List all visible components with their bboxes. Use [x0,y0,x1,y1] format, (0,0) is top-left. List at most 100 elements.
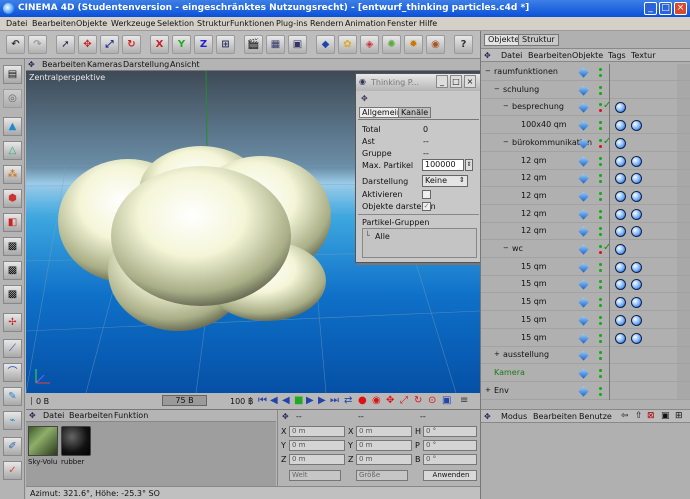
tree-expander[interactable]: + [494,350,500,358]
om-menu-datei[interactable]: Datei [501,51,522,60]
menu-fenster[interactable]: Fenster [387,19,417,28]
dialog-maximize-button[interactable]: □ [450,75,462,88]
next-key-icon[interactable]: ▶ [318,395,326,406]
menu-objekte[interactable]: Objekte [76,19,107,28]
checker-texture-icon[interactable]: ▩ [3,237,22,256]
viewport-menu-darstellung[interactable]: Darstellung [123,60,169,69]
object-row[interactable]: − wc ✓ [481,241,690,258]
texture-tag-icon[interactable] [615,102,626,114]
bone-tool-icon[interactable]: ⌒ [3,363,22,382]
editor-visibility-dot[interactable] [599,68,602,71]
magnet-tool-icon[interactable]: ⌁ [3,411,22,430]
am-lock-icon[interactable]: ⊠ [647,411,655,421]
menu-bearbeiten[interactable]: Bearbeiten [32,19,76,28]
am-up-icon[interactable]: ⇧ [635,411,643,421]
editor-visibility-dot[interactable] [599,174,602,178]
texture-tag-icon[interactable] [615,173,626,185]
undo-icon[interactable]: ↶ [6,35,25,54]
render-picture-icon[interactable]: ▣ [288,35,307,54]
editor-visibility-dot[interactable] [599,227,602,231]
tab-kanaele[interactable]: Kanäle [398,107,432,118]
object-row[interactable]: − besprechung ✓ [481,99,690,117]
menu-werkzeuge[interactable]: Werkzeuge [111,19,155,28]
material-rubber-swatch[interactable] [61,426,91,456]
polygons-mode-icon[interactable]: ⁂ [3,165,22,184]
pos-x-field[interactable]: 0 m [289,426,345,437]
object-name[interactable]: schulung [503,85,539,94]
rot-b-field[interactable]: 0 ° [423,454,477,465]
nurbs-icon[interactable]: ✿ [338,35,357,54]
cube-object-icon[interactable]: ◆ [316,35,335,54]
render-visibility-dot[interactable] [599,357,602,361]
coord-size-select[interactable]: Größe [356,470,408,481]
texture-tag-icon[interactable] [615,332,626,344]
record-options-icon[interactable]: ⇄ [344,395,352,406]
max-partikel-stepper[interactable]: ⇕ [465,159,473,171]
object-row[interactable]: 15 qm [481,259,690,276]
minimize-button[interactable]: _ [644,2,657,15]
object-row[interactable]: 15 qm [481,294,690,312]
paint-tool-icon[interactable]: ✓ [3,461,22,480]
material-tag-icon[interactable] [631,332,642,344]
record-rotation-icon[interactable]: ↻ [414,395,422,406]
help-cursor-icon[interactable]: ? [454,35,473,54]
editor-visibility-dot[interactable] [599,386,602,390]
texture-tag-icon[interactable] [615,314,626,326]
metaball-object[interactable] [58,146,331,331]
move-tool-icon[interactable]: ✥ [78,35,97,54]
object-name[interactable]: 12 qm [521,173,547,182]
viewport-nav-icon[interactable]: ✥ [28,60,35,69]
goto-start-icon[interactable]: ⏮ [258,395,267,406]
object-nav-icon[interactable]: ✥ [484,51,491,60]
tab-struktur[interactable]: Struktur [518,34,559,46]
texture-tag-icon[interactable] [615,244,626,255]
inverse-kinematics-icon[interactable]: ⟋ [3,339,22,358]
texture-tag-icon[interactable] [615,261,626,273]
object-name[interactable]: 12 qm [521,226,547,235]
render-visibility-dot[interactable] [599,144,602,148]
object-name[interactable]: 15 qm [521,315,547,324]
material-tag-icon[interactable] [631,314,642,326]
material-menu-datei[interactable]: Datei [43,411,64,420]
object-name[interactable]: 15 qm [521,262,547,271]
object-name[interactable]: 100x40 qm [521,120,567,129]
record-position-icon[interactable]: ✥ [386,395,394,406]
record-scale-icon[interactable]: ⤢ [400,395,408,406]
render-visibility-dot[interactable] [599,74,602,77]
render-visibility-dot[interactable] [599,321,602,325]
render-visibility-dot[interactable] [599,304,602,308]
material-tag-icon[interactable] [631,261,642,273]
object-name[interactable]: Kamera [494,368,525,377]
object-row[interactable]: 15 qm [481,276,690,294]
viewport-menu-bearbeiten[interactable]: Bearbeiten [42,60,86,69]
render-visibility-dot[interactable] [599,268,602,272]
material-nav-icon[interactable]: ✥ [29,411,36,420]
points-mode-icon[interactable]: ▲ [3,117,22,136]
partikel-gruppen-list[interactable]: └ Alle [362,228,477,258]
prev-key-icon[interactable]: ◀ [270,395,278,406]
editor-visibility-dot[interactable] [599,333,602,337]
editor-visibility-dot[interactable] [599,298,602,302]
material-menu-funktion[interactable]: Funktion [114,411,148,420]
object-row[interactable]: Kamera [481,365,690,382]
object-name[interactable]: 12 qm [521,191,547,200]
timeline-current-frame[interactable]: 75 B [162,395,207,406]
am-settings-icon[interactable]: ⊞ [675,411,683,421]
size-x-field[interactable]: 0 m [356,426,412,437]
editor-visibility-dot[interactable] [599,156,602,160]
material-menu-bearbeiten[interactable]: Bearbeiten [69,411,113,420]
object-row[interactable]: 100x40 qm [481,117,690,135]
menu-funktionen[interactable]: Funktionen [230,19,274,28]
objekte-darstellen-checkbox[interactable]: ✓ [422,202,431,211]
dialog-pin-icon[interactable]: ✥ [361,94,368,103]
maximize-button[interactable]: □ [659,2,672,15]
object-name[interactable]: 15 qm [521,279,547,288]
object-row[interactable]: − bürokommunikation ✓ [481,135,690,152]
redo-icon[interactable]: ↷ [28,35,47,54]
editor-visibility-dot[interactable] [599,191,602,195]
object-row[interactable]: − schulung [481,82,690,99]
om-menu-textur[interactable]: Textur [631,51,656,60]
am-menu-bearbeiten[interactable]: Bearbeiten [533,412,577,421]
axis-y-button[interactable]: Y [172,35,191,54]
object-name[interactable]: Env [494,386,509,395]
